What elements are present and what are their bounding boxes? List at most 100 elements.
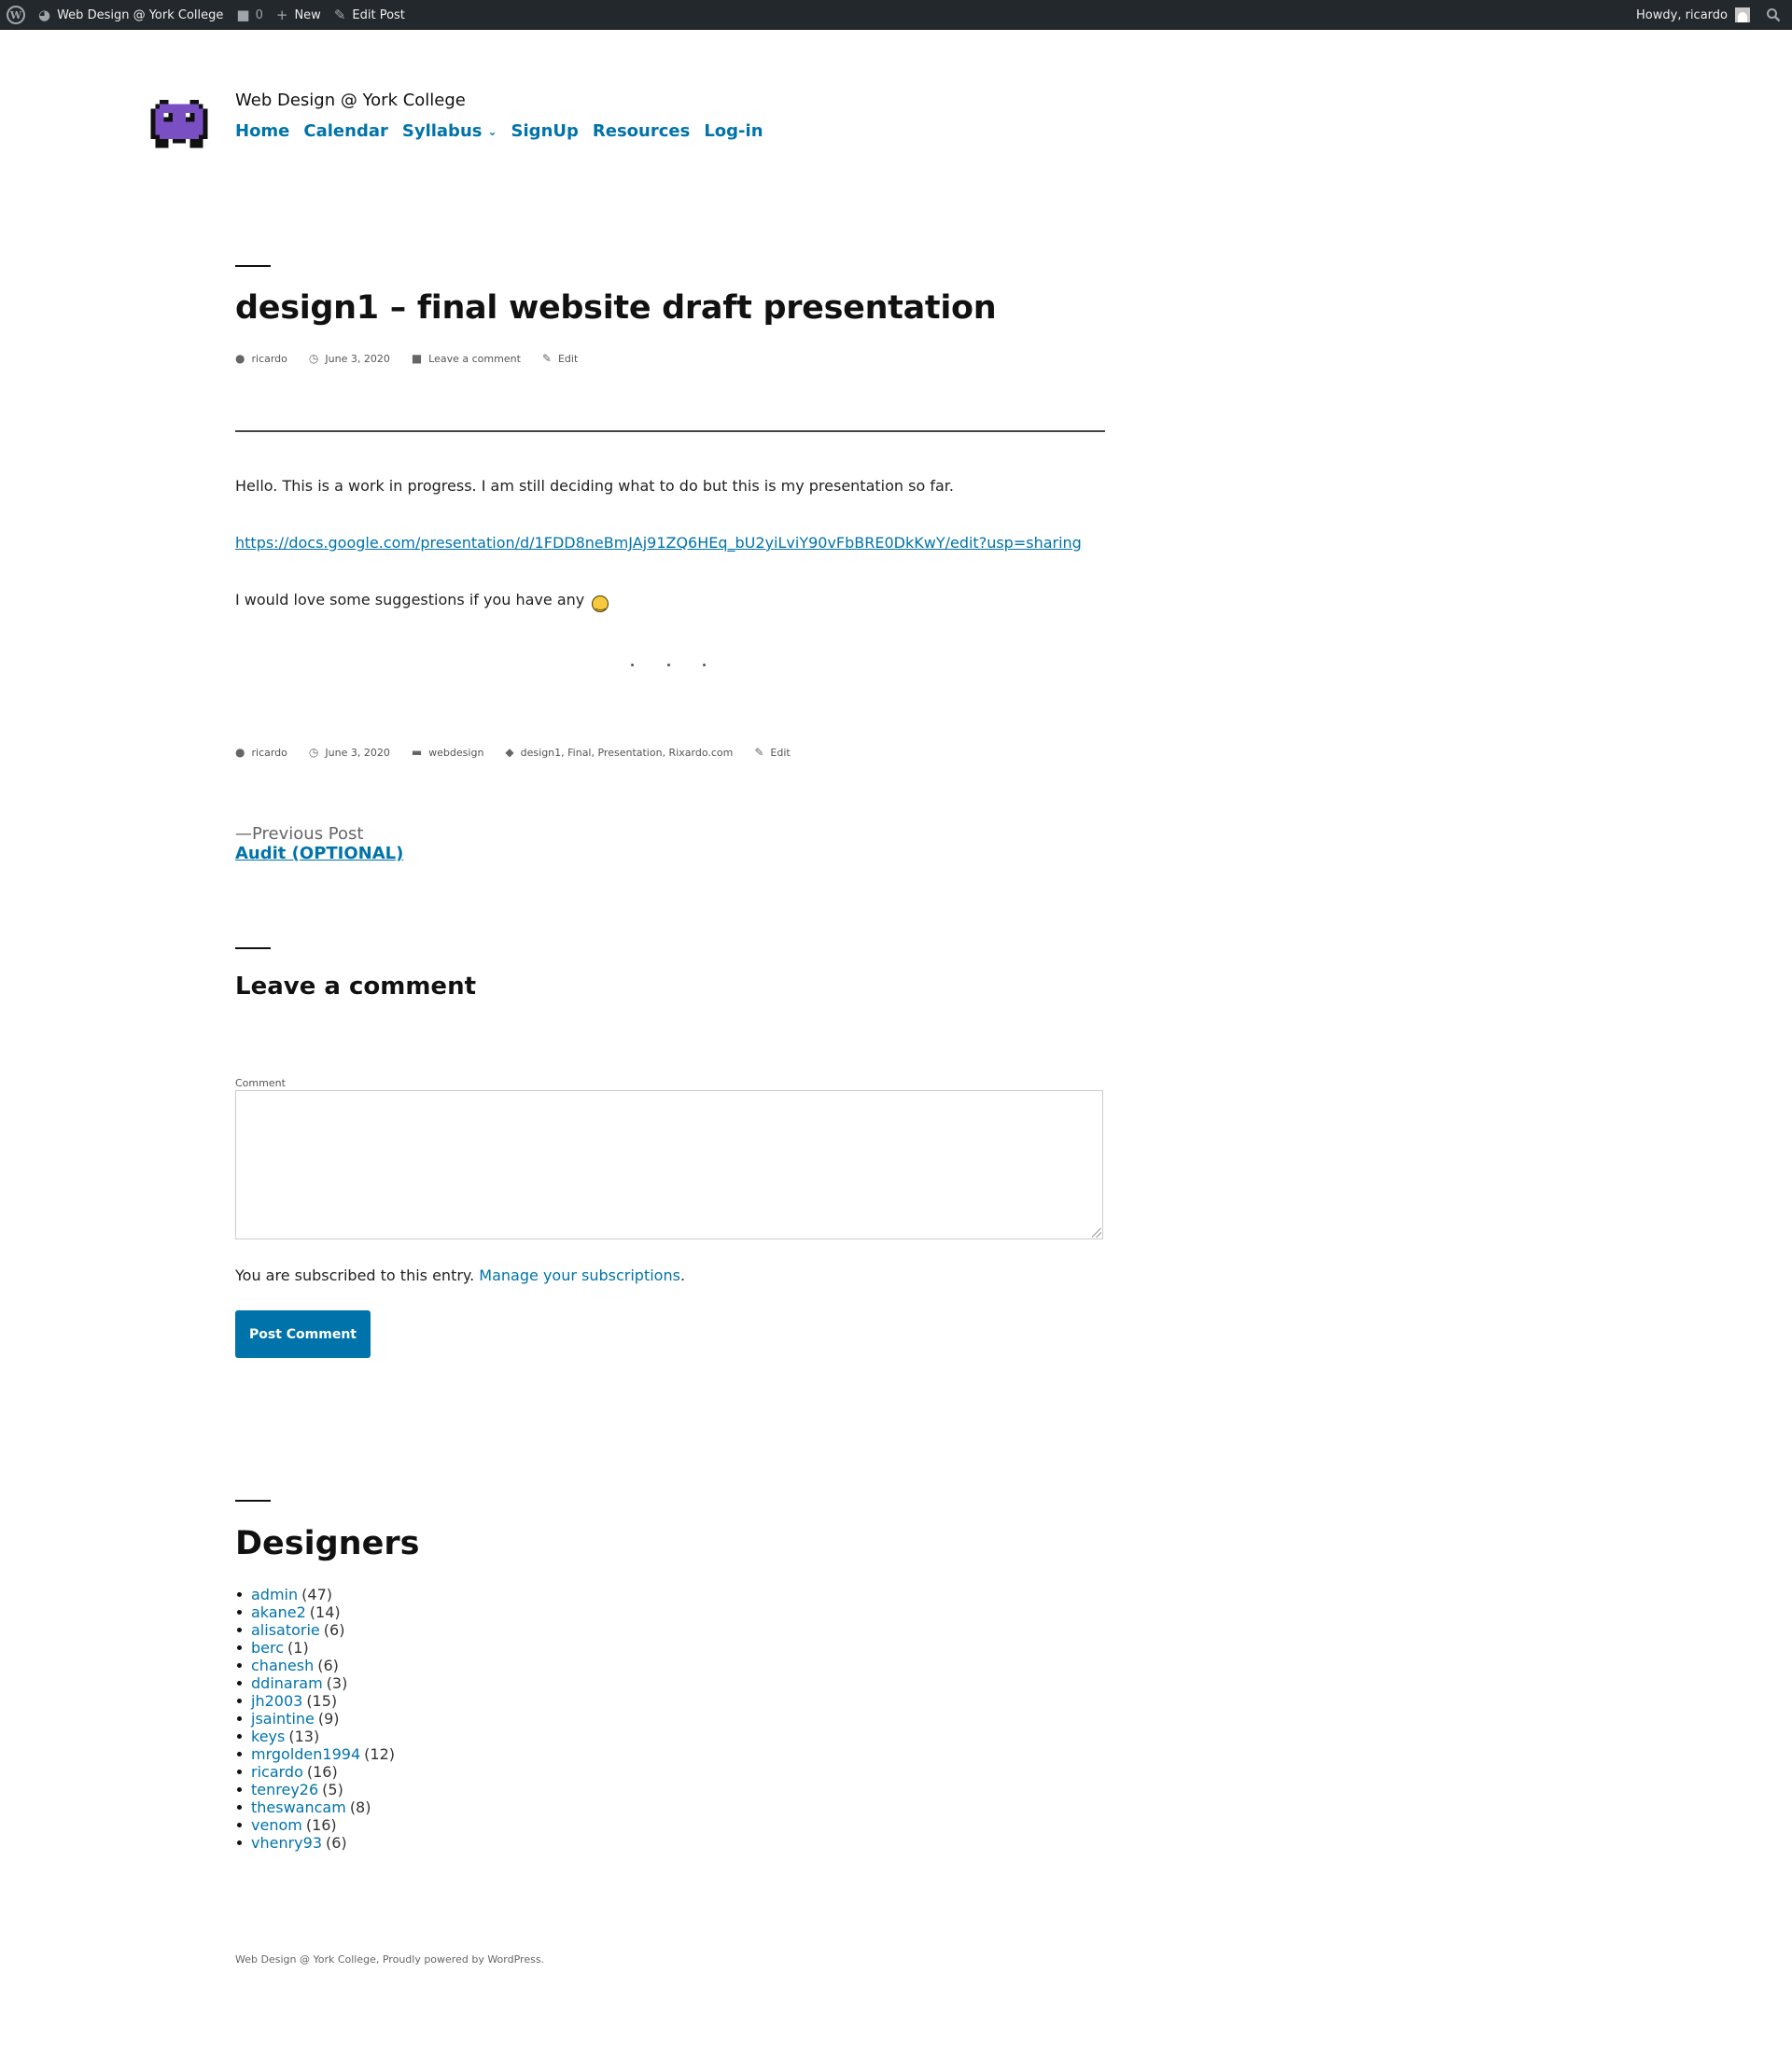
designer-link[interactable]: akane2 — [251, 1603, 306, 1621]
comments-menu[interactable]: ■ 0 — [230, 0, 269, 30]
site-name-menu[interactable]: ◕ Web Design @ York College — [32, 0, 230, 30]
wordpress-menu[interactable]: W — [0, 0, 32, 30]
designer-count: (1) — [287, 1639, 309, 1657]
my-account-menu[interactable]: Howdy, ricardo — [1630, 0, 1757, 30]
list-item: alisatorie (6) — [235, 1621, 395, 1639]
designer-link[interactable]: jh2003 — [251, 1692, 302, 1710]
content-dots-separator — [631, 664, 706, 666]
clock-icon: ◷ — [308, 746, 319, 759]
meta-category-label: webdesign — [428, 746, 484, 759]
avatar — [1735, 7, 1750, 22]
resize-grip-icon[interactable] — [1092, 1228, 1101, 1238]
new-content-menu[interactable]: + New — [270, 0, 328, 30]
list-item: berc (1) — [235, 1639, 395, 1657]
post-paragraph: Hello. This is a work in progress. I am … — [235, 477, 954, 495]
nav-syllabus[interactable]: Syllabus ⌄ — [402, 121, 497, 141]
nav-resources[interactable]: Resources — [593, 121, 690, 141]
designer-count: (9) — [317, 1710, 340, 1728]
list-item: vhenry93 (6) — [235, 1834, 395, 1852]
manage-subscriptions-link[interactable]: Manage your subscriptions — [479, 1266, 680, 1284]
manage-suffix: . — [679, 1266, 686, 1284]
meta-author-label: ricardo — [251, 352, 287, 365]
nav-login[interactable]: Log-in — [704, 121, 763, 141]
meta-comment-label: Leave a comment — [428, 352, 521, 365]
meta-author[interactable]: ● ricardo — [235, 352, 287, 365]
post-comment-button[interactable]: Post Comment — [235, 1310, 371, 1358]
meta-edit-label: Edit — [557, 352, 579, 365]
search-icon — [1767, 8, 1781, 22]
comment-bubble-icon: ■ — [236, 7, 250, 23]
user-icon: ● — [235, 746, 245, 759]
site-name-label: Web Design @ York College — [57, 7, 224, 22]
list-item: admin (47) — [235, 1586, 395, 1603]
designer-count: (6) — [326, 1834, 347, 1852]
designer-link[interactable]: mrgolden1994 — [251, 1745, 360, 1763]
meta-date[interactable]: ◷ June 3, 2020 — [309, 746, 390, 759]
nav-calendar[interactable]: Calendar — [303, 121, 387, 141]
comment-textarea[interactable] — [235, 1090, 1103, 1239]
widget-separator — [235, 1500, 271, 1502]
post-navigation: —Previous Post Audit (OPTIONAL) — [235, 824, 1105, 863]
list-item: venom (16) — [235, 1816, 395, 1834]
meta-tags-label: design1, Final, Presentation, Rixardo.co… — [520, 746, 734, 759]
designer-count: (8) — [349, 1798, 371, 1816]
nav-signup[interactable]: SignUp — [511, 121, 579, 141]
plus-icon: + — [275, 7, 288, 23]
designer-link[interactable]: keys — [251, 1728, 285, 1745]
meta-edit-link[interactable]: ✎ Edit — [754, 746, 790, 759]
nav-syllabus-label: Syllabus — [401, 121, 483, 141]
designer-count: (16) — [305, 1816, 337, 1834]
designer-count: (3) — [326, 1674, 348, 1692]
chevron-down-icon[interactable]: ⌄ — [487, 125, 497, 138]
meta-author[interactable]: ● ricardo — [235, 746, 287, 759]
site-logo-icon[interactable] — [150, 100, 208, 152]
list-item: jh2003 (15) — [235, 1692, 395, 1710]
list-item: chanesh (6) — [235, 1657, 395, 1674]
meta-date-label: June 3, 2020 — [325, 352, 390, 365]
designer-link[interactable]: ddinaram — [251, 1674, 323, 1692]
previous-post-link[interactable]: Audit (OPTIONAL) — [235, 844, 403, 863]
presentation-link[interactable]: https://docs.google.com/presentation/d/1… — [235, 534, 1082, 552]
content-separator — [235, 430, 1105, 432]
designer-link[interactable]: berc — [251, 1639, 284, 1657]
dashboard-icon: ◕ — [38, 7, 51, 23]
meta-date[interactable]: ◷ June 3, 2020 — [309, 352, 390, 365]
previous-post-label: —Previous Post — [235, 824, 364, 844]
designer-link[interactable]: chanesh — [251, 1657, 314, 1674]
tag-icon: ◆ — [505, 746, 514, 759]
list-item: keys (13) — [235, 1728, 395, 1745]
designer-link[interactable]: venom — [251, 1816, 302, 1834]
comments-separator — [235, 947, 271, 949]
edit-post-menu[interactable]: ✎ Edit Post — [328, 0, 412, 30]
list-item: jsaintine (9) — [235, 1710, 395, 1728]
smiley-icon: ‿ — [592, 595, 609, 612]
meta-tags[interactable]: ◆ design1, Final, Presentation, Rixardo.c… — [505, 746, 733, 759]
designer-count: (13) — [288, 1728, 320, 1745]
meta-comment-link[interactable]: ■ Leave a comment — [412, 352, 521, 365]
title-separator — [235, 265, 271, 267]
designer-link[interactable]: theswancam — [251, 1798, 346, 1816]
post-paragraph: I would love some suggestions if you hav… — [235, 591, 585, 609]
designer-link[interactable]: ricardo — [251, 1763, 303, 1781]
list-item: ricardo (16) — [235, 1763, 395, 1781]
designer-link[interactable]: alisatorie — [251, 1621, 320, 1639]
meta-category[interactable]: ▬ webdesign — [412, 746, 484, 759]
pencil-icon: ✎ — [754, 746, 764, 759]
clock-icon: ◷ — [308, 352, 319, 365]
comment-field-label: Comment — [235, 1077, 286, 1089]
designer-link[interactable]: jsaintine — [251, 1710, 315, 1728]
nav-home[interactable]: Home — [235, 121, 289, 141]
designer-link[interactable]: tenrey26 — [251, 1781, 318, 1798]
comments-count: 0 — [255, 7, 263, 22]
designer-link[interactable]: admin — [251, 1586, 298, 1603]
site-title[interactable]: Web Design @ York College — [235, 91, 466, 110]
comment-icon: ■ — [411, 352, 423, 365]
admin-search[interactable] — [1757, 0, 1792, 30]
designer-link[interactable]: vhenry93 — [251, 1834, 322, 1852]
list-item: ddinaram (3) — [235, 1674, 395, 1692]
designers-title: Designers — [235, 1525, 420, 1562]
primary-nav: Home Calendar Syllabus ⌄ SignUp Resource… — [235, 121, 763, 141]
admin-bar: W ◕ Web Design @ York College ■ 0 + New … — [0, 0, 1792, 30]
list-item: theswancam (8) — [235, 1798, 395, 1816]
meta-edit-link[interactable]: ✎ Edit — [542, 352, 578, 365]
